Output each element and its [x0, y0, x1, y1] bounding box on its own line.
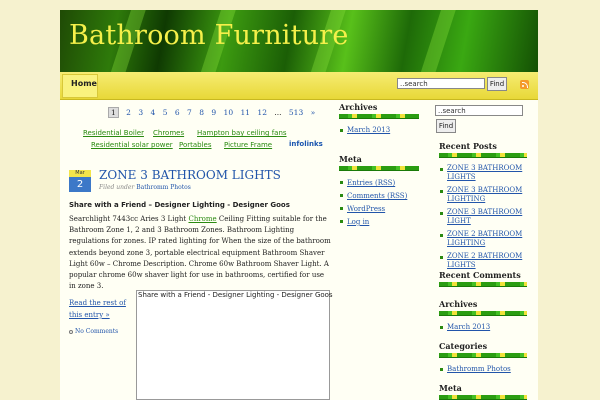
post-date-day: 2 [69, 177, 91, 192]
header-streak [416, 10, 458, 72]
link-unit-picture-frame[interactable]: Picture Frame [224, 141, 272, 149]
categories-divider [439, 353, 527, 358]
site-header: Bathroom Furniture [60, 10, 538, 72]
site-title[interactable]: Bathroom Furniture [69, 20, 349, 51]
share-frame-text: Share with a Friend - Designer Lighting … [138, 291, 333, 299]
recent-posts-list: ZONE 3 BATHROOM LIGHTS ZONE 3 BATHROOM L… [439, 164, 529, 274]
meta-log-in[interactable]: Log in [339, 216, 407, 229]
right-meta-title: Meta [439, 383, 462, 393]
category-item[interactable]: Bathromm Photos [439, 364, 511, 374]
meta-wordpress[interactable]: WordPress [339, 203, 407, 216]
nav-search-input[interactable] [397, 78, 485, 89]
page-link[interactable]: 3 [138, 108, 143, 117]
post-subhead: Share with a Friend – Designer Lighting … [69, 201, 290, 209]
sidebar-search-input[interactable] [435, 105, 523, 116]
left-archives-title: Archives [339, 102, 378, 112]
categories-list: Bathromm Photos [439, 364, 511, 374]
page-wrapper: Bathroom Furniture Home Find 1 2 3 4 5 6… [60, 10, 538, 400]
page-link[interactable]: 5 [163, 108, 168, 117]
page-link-last[interactable]: 513 [289, 108, 303, 117]
page-link[interactable]: 12 [257, 108, 267, 117]
meta-comments-rss[interactable]: Comments (RSS) [339, 190, 407, 203]
post-body: Searchlight 7443cc Aries 3 Light Chrome … [69, 214, 331, 292]
left-archives-list: March 2013 [339, 125, 390, 135]
recent-comments-divider [439, 282, 527, 287]
page-link[interactable]: 7 [187, 108, 192, 117]
link-unit-residential-boiler[interactable]: Residential Boiler [83, 129, 144, 137]
page-next-link[interactable]: » [311, 108, 316, 117]
page-link[interactable]: 6 [175, 108, 180, 117]
right-archives-divider [439, 311, 527, 316]
nav-find-button[interactable]: Find [487, 77, 507, 91]
right-meta-divider [439, 395, 527, 400]
rss-icon[interactable] [520, 80, 529, 89]
recent-post-item[interactable]: ZONE 3 BATHROOM LIGHTING [439, 186, 529, 204]
comment-icon [69, 329, 73, 334]
left-meta-title: Meta [339, 154, 362, 164]
link-unit-chromes[interactable]: Chromes [153, 129, 184, 137]
nav-home-label: Home [71, 79, 97, 88]
page-link[interactable]: 4 [151, 108, 156, 117]
left-archive-item[interactable]: March 2013 [339, 125, 390, 135]
recent-posts-title: Recent Posts [439, 141, 497, 151]
post-comments[interactable]: No Comments [69, 328, 118, 335]
page-current: 1 [108, 107, 119, 118]
read-more-link[interactable]: Read the rest of this entry » [69, 297, 129, 321]
left-meta-list: Entries (RSS) Comments (RSS) WordPress L… [339, 177, 407, 229]
right-archives-list: March 2013 [439, 322, 490, 332]
share-frame[interactable]: Share with a Friend - Designer Lighting … [136, 290, 333, 400]
post-date-month: Mar [69, 170, 91, 177]
post-filed-under: Filed under Bathromm Photos [99, 184, 191, 191]
sidebar-find-button[interactable]: Find [436, 119, 456, 133]
filed-prefix: Filed under [99, 184, 135, 191]
recent-post-item[interactable]: ZONE 2 BATHROOM LIGHTING [439, 230, 529, 248]
page-link[interactable]: 11 [240, 108, 250, 117]
meta-entries-rss[interactable]: Entries (RSS) [339, 177, 407, 190]
comments-link[interactable]: No Comments [75, 328, 118, 335]
left-archives-divider [339, 114, 419, 119]
post-date-badge: Mar 2 [69, 170, 91, 192]
infolinks-label: infolinks [289, 140, 323, 148]
nav-bar: Home Find [60, 72, 538, 100]
link-unit-portables[interactable]: Portables [179, 141, 212, 149]
post-body-text: Searchlight 7443cc Aries 3 Light [69, 215, 189, 223]
right-archives-title: Archives [439, 299, 478, 309]
link-unit-hampton-bay[interactable]: Hampton bay ceiling fans [197, 129, 287, 137]
recent-post-item[interactable]: ZONE 3 BATHROOM LIGHT [439, 208, 529, 226]
post-category-link[interactable]: Bathromm Photos [136, 184, 191, 191]
categories-title: Categories [439, 341, 488, 351]
right-archive-item[interactable]: March 2013 [439, 322, 490, 332]
pagination: 1 2 3 4 5 6 7 8 9 10 11 12 ... 513 » [108, 107, 315, 119]
nav-home-tab[interactable]: Home [62, 74, 98, 98]
recent-posts-divider [439, 153, 527, 158]
page-link[interactable]: 10 [224, 108, 234, 117]
recent-post-item[interactable]: ZONE 3 BATHROOM LIGHTS [439, 164, 529, 182]
page-link[interactable]: 8 [199, 108, 204, 117]
post-body-text: Ceiling Fitting suitable for the Bathroo… [69, 215, 331, 291]
left-meta-divider [339, 166, 419, 171]
post-body-link[interactable]: Chrome [188, 215, 216, 223]
recent-post-item[interactable]: ZONE 2 BATHROOM LIGHTS [439, 252, 529, 270]
link-unit-solar-power[interactable]: Residential solar power [91, 141, 173, 149]
page-link[interactable]: 9 [211, 108, 216, 117]
recent-comments-title: Recent Comments [439, 270, 521, 280]
post-title-link[interactable]: ZONE 3 BATHROOM LIGHTS [99, 168, 281, 182]
infolinks-logo[interactable]: infolinks [289, 140, 323, 148]
page-link[interactable]: 2 [126, 108, 131, 117]
page-ellipsis: ... [274, 108, 282, 117]
